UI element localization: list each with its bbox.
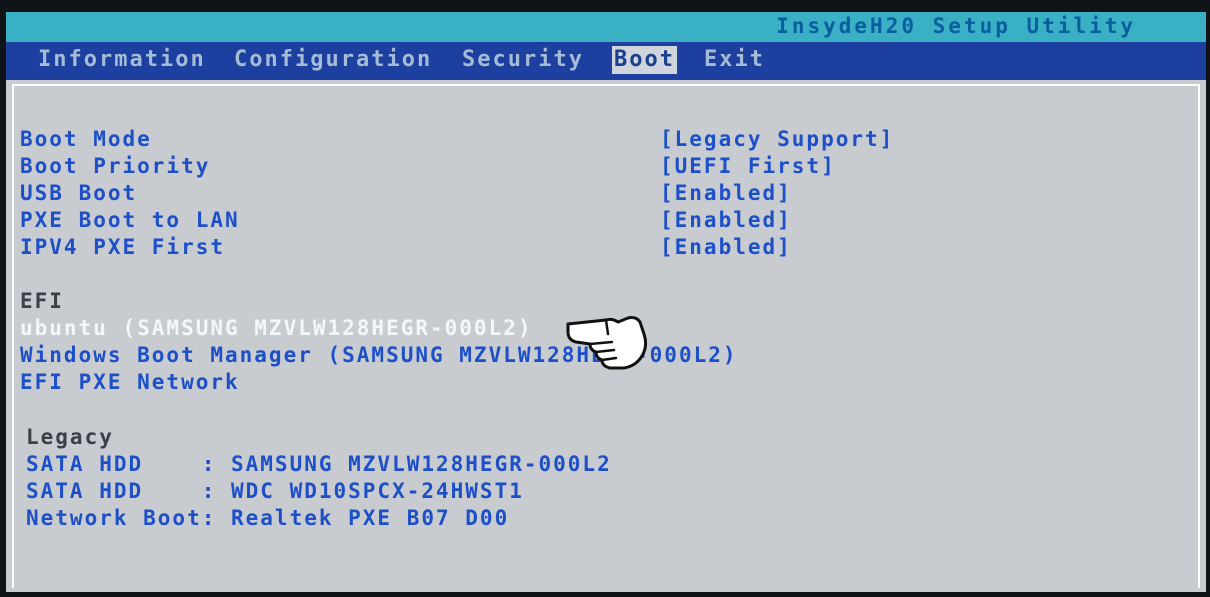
tab-exit[interactable]: Exit [702,46,767,74]
boot-entry-ubuntu[interactable]: ubuntu (SAMSUNG MZVLW128HEGR-000L2) [20,315,533,341]
legacy-header: Legacy [26,425,114,449]
tab-security[interactable]: Security [460,46,586,74]
ipv4-pxe-value[interactable]: [Enabled] [660,234,792,260]
pxe-boot-label[interactable]: PXE Boot to LAN [20,207,240,233]
boot-priority-value[interactable]: [UEFI First] [660,153,836,179]
utility-title: InsydeH20 Setup Utility [776,14,1136,38]
legacy-entry-network[interactable]: Network Boot: Realtek PXE B07 D00 [26,505,509,531]
boot-entry-efi-pxe[interactable]: EFI PXE Network [20,369,240,395]
efi-header: EFI [20,289,64,313]
boot-mode-label[interactable]: Boot Mode [20,126,152,152]
title-bar: InsydeH20 Setup Utility [6,12,1206,42]
usb-boot-value[interactable]: [Enabled] [660,180,792,206]
usb-boot-label[interactable]: USB Boot [20,180,137,206]
ipv4-pxe-label[interactable]: IPV4 PXE First [20,234,225,260]
boot-priority-label[interactable]: Boot Priority [20,153,210,179]
menu-bar: Information Configuration Security Boot … [6,42,1206,80]
boot-mode-value[interactable]: [Legacy Support] [660,126,894,152]
tab-configuration[interactable]: Configuration [232,46,434,74]
legacy-entry-sata-wdc[interactable]: SATA HDD : WDC WD10SPCX-24HWST1 [26,478,524,504]
pxe-boot-value[interactable]: [Enabled] [660,207,792,233]
legacy-entry-sata-samsung[interactable]: SATA HDD : SAMSUNG MZVLW128HEGR-000L2 [26,451,612,477]
tab-information[interactable]: Information [36,46,208,74]
pointing-hand-icon [566,316,648,370]
tab-boot[interactable]: Boot [612,46,677,74]
bios-screen: InsydeH20 Setup Utility Information Conf… [6,12,1206,592]
